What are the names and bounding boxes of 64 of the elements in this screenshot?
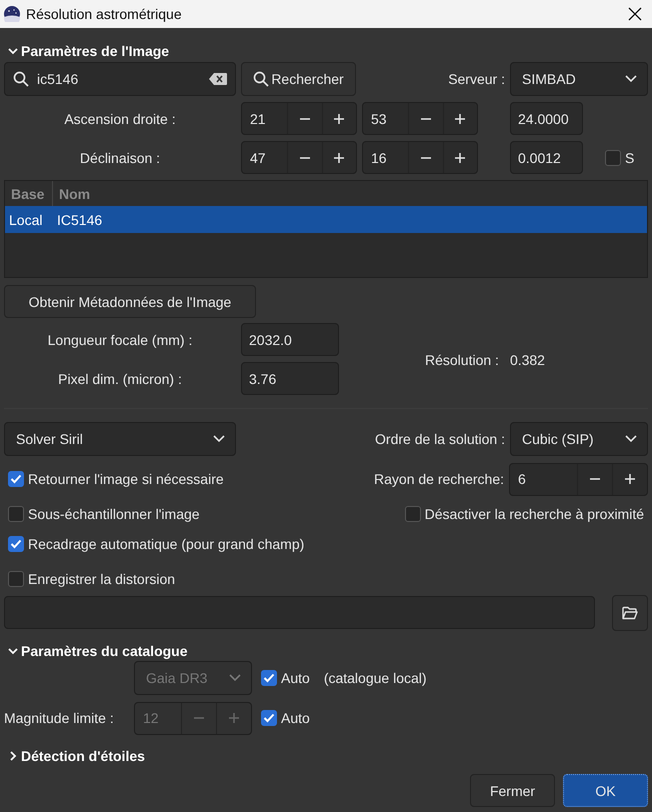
input-field[interactable]: 3.76 (241, 362, 339, 395)
search-icon (13, 71, 29, 87)
close-button[interactable] (628, 7, 642, 21)
input-field[interactable]: 2032.0 (241, 323, 339, 356)
checkmark-icon (263, 713, 275, 723)
search-icon (253, 71, 270, 87)
checkbox-label: Auto (281, 670, 310, 686)
checkbox-label: Recadrage automatique (pour grand champ) (28, 536, 304, 552)
column-header[interactable]: Nom (53, 181, 96, 206)
input-field[interactable] (4, 596, 596, 629)
caret-icon (625, 75, 637, 83)
checkbox[interactable] (261, 710, 277, 726)
catalogue-note: (catalogue local) (324, 670, 427, 686)
clear-icon (209, 73, 227, 85)
field-label: Déclinaison : (78, 150, 162, 166)
dropdown[interactable]: Solver Siril (4, 422, 236, 456)
table-cell-text: IC5146 (56, 212, 104, 228)
section-header[interactable]: Détection d'étoiles (4, 746, 648, 766)
checkbox-label: Enregistrer la distorsion (28, 571, 176, 587)
table-row[interactable]: Local IC5146 (5, 206, 647, 233)
caret-icon (625, 435, 637, 443)
table-cell-text: Local (8, 212, 44, 228)
field-label: Résolution : (425, 352, 499, 368)
field-label: Serveur : (448, 71, 505, 87)
metadata-button[interactable]: Obtenir Métadonnées de l'Image (4, 285, 256, 318)
field-label: Longueur focale (mm) : (46, 332, 194, 348)
field-label: Pixel dim. (micron) : (57, 370, 183, 386)
search-button[interactable]: Rechercher (241, 62, 356, 96)
folder-icon (622, 606, 638, 620)
ok-button[interactable]: OK (563, 774, 648, 807)
close-icon (628, 7, 642, 21)
checkbox-label: Retourner l'image si nécessaire (28, 471, 224, 487)
close-button[interactable]: Fermer (470, 774, 555, 807)
section-header[interactable]: Paramètres du catalogue (4, 641, 648, 661)
caret-icon (229, 674, 241, 682)
checkbox[interactable] (8, 536, 24, 552)
field-label: Ordre de la solution : (375, 431, 505, 447)
field-label: Ascension droite : (63, 110, 177, 126)
checkbox[interactable] (605, 150, 621, 166)
checkbox-label: Auto (281, 710, 310, 726)
checkbox-label: Sous-échantillonner l'image (28, 506, 200, 522)
field-label: Magnitude limite : (4, 710, 115, 726)
input-field[interactable]: 0.0012 (510, 141, 583, 174)
checkbox-label: S (625, 150, 634, 166)
checkbox[interactable] (404, 506, 421, 522)
checkmark-icon (10, 474, 22, 484)
checkbox[interactable] (8, 571, 24, 587)
input-field[interactable]: 24.0000 (510, 102, 583, 135)
checkmark-icon (10, 539, 22, 549)
checkbox[interactable] (261, 670, 277, 686)
dropdown[interactable]: Cubic (SIP) (510, 422, 648, 456)
dropdown[interactable]: SIMBAD (510, 62, 648, 96)
app-icon (4, 6, 20, 22)
checkmark-icon (263, 673, 275, 683)
checkbox-label: Désactiver la recherche à proximité (424, 506, 644, 522)
browse-button[interactable] (612, 594, 648, 630)
window-title: Résolution astrométrique (26, 6, 183, 22)
field-label: Rayon de recherche: (374, 471, 504, 487)
section-header[interactable]: Paramètres de l'Image (4, 41, 648, 61)
checkbox[interactable] (8, 471, 24, 487)
search-field[interactable]: ic5146 (4, 62, 236, 96)
checkbox[interactable] (8, 506, 24, 522)
resolution-value: 0.382 (510, 352, 545, 368)
caret-icon (213, 435, 225, 443)
